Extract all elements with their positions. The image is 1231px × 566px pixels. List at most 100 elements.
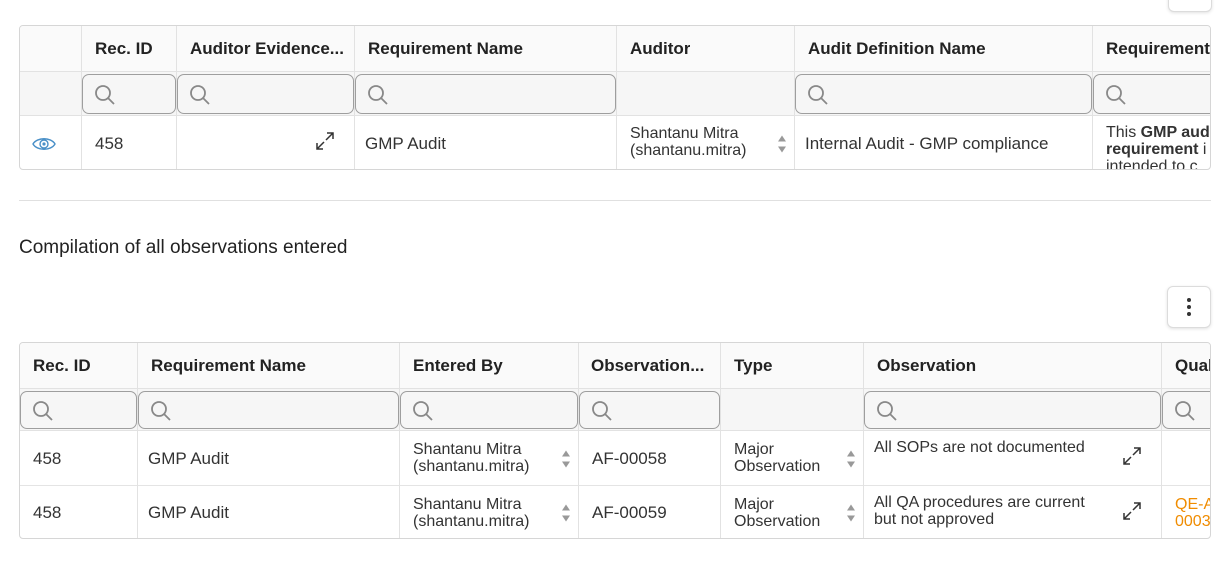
requirement-name-filter-input[interactable] <box>355 74 616 114</box>
filter-cell-audit-definition-name <box>795 72 1093 116</box>
column-header-requirement-name[interactable]: Requirement Name <box>355 26 617 71</box>
filter-cell-requirement-name <box>355 72 617 116</box>
entered-by-cell[interactable]: Shantanu Mitra (shantanu.mitra) <box>400 431 579 486</box>
type-select[interactable]: Major Observation <box>734 441 820 475</box>
entered-by-select[interactable]: Shantanu Mitra (shantanu.mitra) <box>413 441 530 475</box>
filter-cell-actions <box>20 72 82 116</box>
requirement-name-cell: GMP Audit <box>138 431 400 486</box>
column-header-observation[interactable]: Observation <box>864 343 1162 388</box>
auditor-evidence-filter-input[interactable] <box>177 74 354 114</box>
auditor-evidence-cell <box>177 116 355 169</box>
search-icon <box>1175 401 1195 421</box>
table-row[interactable]: 458 GMP Audit Shantanu Mitra (shantanu.m… <box>20 431 1210 486</box>
column-header-requirement-name[interactable]: Requirement Name <box>138 343 400 388</box>
search-icon <box>413 401 433 421</box>
audit-requirements-grid: Rec. ID Auditor Evidence... Requirement … <box>19 25 1211 170</box>
search-icon <box>877 401 897 421</box>
quality-filter-input[interactable] <box>1162 391 1210 429</box>
column-header-audit-definition-name[interactable]: Audit Definition Name <box>795 26 1093 71</box>
observation-cell: All QA procedures are current but not ap… <box>864 486 1162 538</box>
filter-cell-auditor <box>617 72 795 116</box>
column-header-rec-id[interactable]: Rec. ID <box>82 26 177 71</box>
audit-definition-cell: Internal Audit - GMP compliance <box>795 116 1093 169</box>
filter-cell-rec-id <box>82 72 177 116</box>
grid-filter-row <box>20 389 1210 431</box>
entered-by-select[interactable]: Shantanu Mitra (shantanu.mitra) <box>413 496 530 530</box>
auditor-cell[interactable]: Shantanu Mitra (shantanu.mitra) <box>617 116 795 169</box>
type-cell[interactable]: Major Observation <box>721 431 864 486</box>
select-arrows-icon[interactable] <box>778 135 786 152</box>
rec-id-cell: 458 <box>82 116 177 169</box>
section-divider <box>19 200 1211 201</box>
search-icon <box>368 85 388 105</box>
type-cell[interactable]: Major Observation <box>721 486 864 538</box>
search-icon <box>95 85 115 105</box>
search-icon <box>1106 85 1126 105</box>
search-icon <box>592 401 612 421</box>
search-icon <box>151 401 171 421</box>
column-header-quality[interactable]: Qual <box>1162 343 1210 388</box>
section-title: Compilation of all observations entered <box>19 237 348 258</box>
observation-id-cell: AF-00058 <box>579 431 721 486</box>
type-select[interactable]: Major Observation <box>734 496 820 530</box>
rec-id-cell: 458 <box>20 486 138 538</box>
observation-filter-input[interactable] <box>864 391 1161 429</box>
expand-icon[interactable] <box>314 130 336 152</box>
search-icon <box>808 85 828 105</box>
column-header-entered-by[interactable]: Entered By <box>400 343 579 388</box>
filter-cell-entered-by <box>400 389 579 431</box>
expand-icon[interactable] <box>1121 500 1143 522</box>
grid-header-row: Rec. ID Auditor Evidence... Requirement … <box>20 26 1210 72</box>
grid-header-row: Rec. ID Requirement Name Entered By Obse… <box>20 343 1210 389</box>
eye-icon[interactable] <box>32 135 56 153</box>
requirement-name-cell: GMP Audit <box>138 486 400 538</box>
filter-cell-requirement-name <box>138 389 400 431</box>
auditor-select[interactable]: Shantanu Mitra (shantanu.mitra) <box>630 125 747 159</box>
select-arrows-icon[interactable] <box>847 450 855 467</box>
search-icon <box>190 85 210 105</box>
table-row[interactable]: 458 GMP Audit Shantanu Mitra (shantanu.m… <box>20 116 1210 170</box>
entered-by-filter-input[interactable] <box>400 391 578 429</box>
filter-cell-requirement <box>1093 72 1210 116</box>
table-row[interactable]: 458 GMP Audit Shantanu Mitra (shantanu.m… <box>20 486 1210 538</box>
quality-cell[interactable] <box>1162 431 1210 486</box>
requirement-name-cell: GMP Audit <box>355 116 617 169</box>
observations-grid-menu-button[interactable] <box>1167 286 1211 328</box>
select-arrows-icon[interactable] <box>562 504 570 522</box>
observations-grid: Rec. ID Requirement Name Entered By Obse… <box>19 342 1211 539</box>
requirement-filter-input[interactable] <box>1093 74 1210 114</box>
observation-cell: All SOPs are not documented <box>864 431 1162 486</box>
column-header-observation-id[interactable]: Observation... <box>579 343 721 388</box>
observation-id-cell: AF-00059 <box>579 486 721 538</box>
audit-definition-filter-input[interactable] <box>795 74 1092 114</box>
rec-id-cell: 458 <box>20 431 138 486</box>
select-arrows-icon[interactable] <box>847 504 855 522</box>
filter-cell-observation-id <box>579 389 721 431</box>
rec-id-filter-input[interactable] <box>20 391 137 429</box>
filter-cell-observation <box>864 389 1162 431</box>
filter-cell-auditor-evidence <box>177 72 355 116</box>
filter-cell-quality <box>1162 389 1210 431</box>
column-header-auditor[interactable]: Auditor <box>617 26 795 71</box>
column-header-requirement[interactable]: Requirement <box>1093 26 1210 71</box>
column-header-rec-id[interactable]: Rec. ID <box>20 343 138 388</box>
search-icon <box>33 401 53 421</box>
top-grid-menu-button[interactable] <box>1168 0 1212 12</box>
grid-filter-row <box>20 72 1210 116</box>
column-header-auditor-evidence[interactable]: Auditor Evidence... <box>177 26 355 71</box>
quality-cell[interactable]: QE-A 0003 <box>1162 486 1210 538</box>
kebab-icon <box>1187 298 1191 316</box>
filter-cell-rec-id <box>20 389 138 431</box>
filter-cell-type <box>721 389 864 431</box>
column-header-type[interactable]: Type <box>721 343 864 388</box>
column-header-actions <box>20 26 82 71</box>
row-actions-cell <box>20 116 82 169</box>
rec-id-filter-input[interactable] <box>82 74 176 114</box>
requirement-name-filter-input[interactable] <box>138 391 399 429</box>
expand-icon[interactable] <box>1121 445 1143 467</box>
observation-id-filter-input[interactable] <box>579 391 720 429</box>
requirement-description-cell: This GMP aud requirement i intended to c <box>1106 124 1210 170</box>
select-arrows-icon[interactable] <box>562 450 570 467</box>
entered-by-cell[interactable]: Shantanu Mitra (shantanu.mitra) <box>400 486 579 538</box>
quality-event-link[interactable]: QE-A 0003 <box>1175 496 1210 530</box>
